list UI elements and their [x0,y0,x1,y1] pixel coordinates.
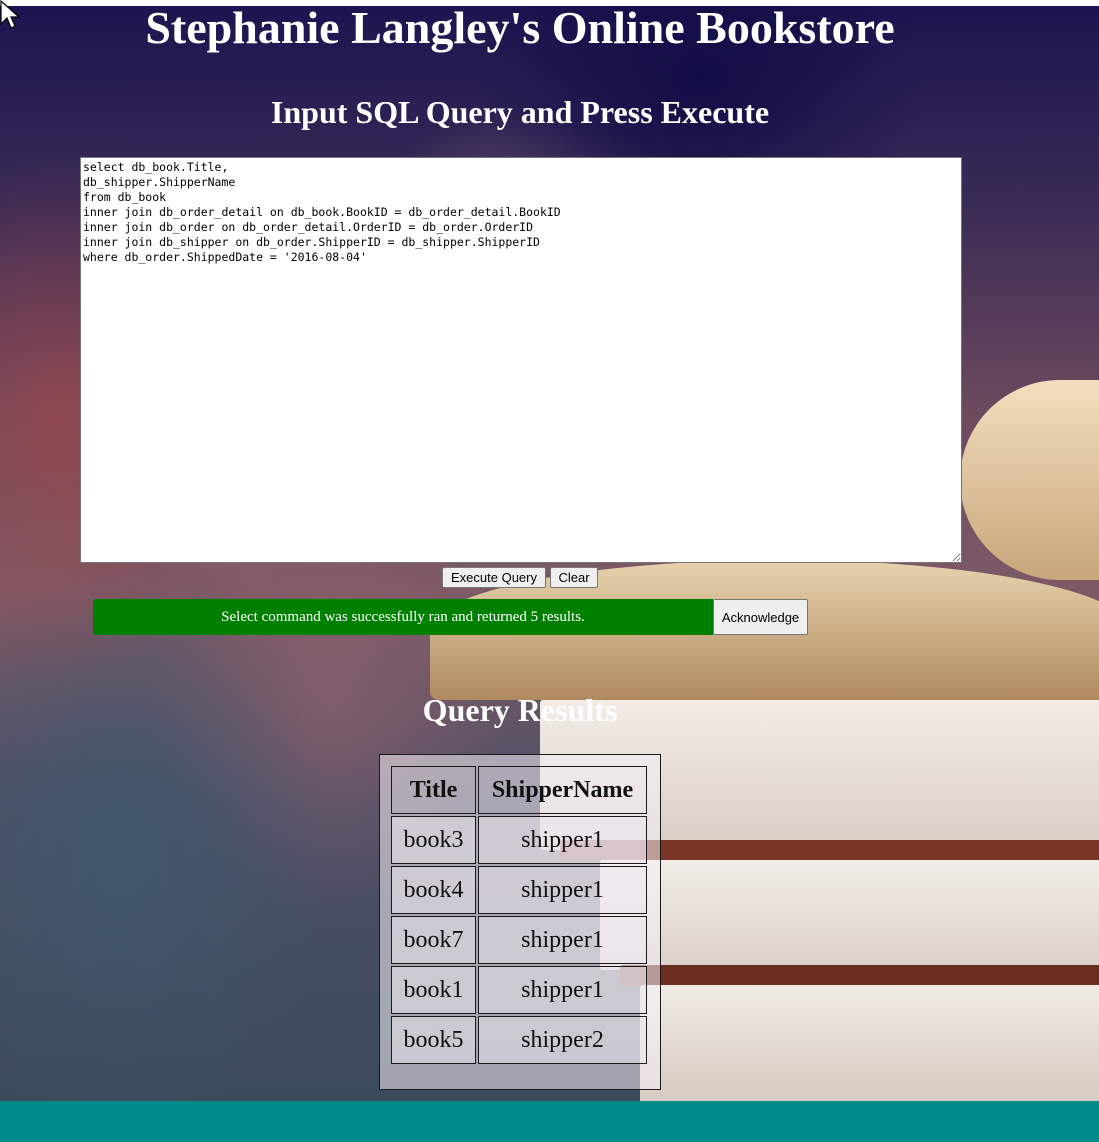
footer-bar [0,1101,1099,1142]
book-stack-shape [600,860,1099,970]
cell-shipper-name: shipper1 [478,866,647,914]
results-heading: Query Results [422,692,618,728]
table-row: book4 shipper1 [391,866,647,914]
table-row: book1 shipper1 [391,966,647,1014]
column-header-title: Title [391,766,476,814]
acknowledge-button[interactable]: Acknowledge [713,599,808,635]
cell-shipper-name: shipper1 [478,816,647,864]
book-spine-shape [620,965,1099,987]
sql-query-input[interactable] [80,157,962,563]
cell-title: book1 [391,966,476,1014]
table-row: book3 shipper1 [391,816,647,864]
page-title: Stephanie Langley's Online Bookstore [145,2,895,53]
status-message: Select command was successfully ran and … [93,599,713,635]
cell-title: book5 [391,1016,476,1064]
results-table-container: Title ShipperName book3 shipper1 book4 s… [379,754,661,1090]
query-instructions-heading: Input SQL Query and Press Execute [270,94,770,130]
cell-shipper-name: shipper2 [478,1016,647,1064]
table-row: book5 shipper2 [391,1016,647,1064]
results-table: Title ShipperName book3 shipper1 book4 s… [389,764,649,1066]
cell-shipper-name: shipper1 [478,916,647,964]
book-stack-shape [640,985,1099,1105]
cell-shipper-name: shipper1 [478,966,647,1014]
clear-button[interactable]: Clear [550,567,598,588]
column-header-shipper-name: ShipperName [478,766,647,814]
cell-title: book7 [391,916,476,964]
cell-title: book3 [391,816,476,864]
open-book-page-shape [960,380,1099,580]
execute-query-button[interactable]: Execute Query [442,567,546,588]
table-row: book7 shipper1 [391,916,647,964]
cell-title: book4 [391,866,476,914]
table-header-row: Title ShipperName [391,766,647,814]
